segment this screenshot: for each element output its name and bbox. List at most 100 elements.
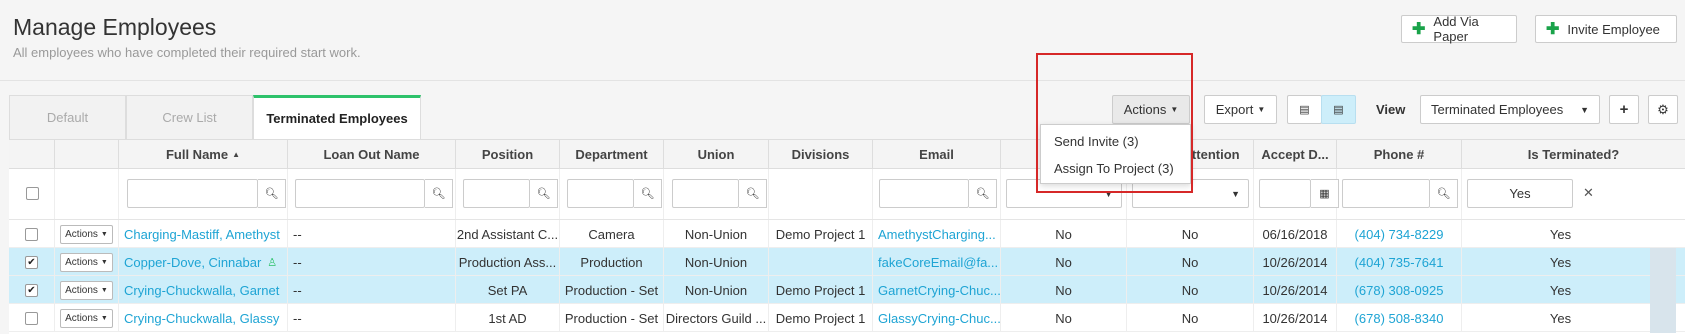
caret-down-icon: ▼ xyxy=(100,314,108,322)
filter-loan-out: 🔍︎ xyxy=(288,169,456,219)
hidden-col-cell: No xyxy=(1001,276,1127,304)
grid-view-button[interactable]: ▤ xyxy=(1321,95,1356,124)
employee-name-link[interactable]: Crying-Chuckwalla, Garnet xyxy=(124,283,279,298)
email-cell: GlassyCrying-Chuc... xyxy=(873,304,1001,332)
add-view-button[interactable]: + xyxy=(1609,95,1639,124)
header-position[interactable]: Position xyxy=(456,140,560,168)
row-actions-label: Actions xyxy=(65,312,98,324)
phone-link[interactable]: (678) 308-0925 xyxy=(1355,283,1444,298)
email-filter-input[interactable] xyxy=(879,179,969,208)
department-filter-input[interactable] xyxy=(567,179,634,208)
email-link[interactable]: AmethystCharging... xyxy=(878,227,996,242)
phone-link[interactable]: (404) 734-8229 xyxy=(1355,227,1444,242)
header-department[interactable]: Department xyxy=(560,140,664,168)
header-phone[interactable]: Phone # xyxy=(1337,140,1462,168)
search-icon: 🔍︎ xyxy=(536,188,551,200)
sort-asc-icon: ▲ xyxy=(232,149,241,159)
union-filter-input[interactable] xyxy=(672,179,739,208)
settings-button[interactable]: ⚙ xyxy=(1648,95,1678,124)
position-filter-input[interactable] xyxy=(463,179,530,208)
tab-crew-list[interactable]: Crew List xyxy=(126,95,253,139)
accept-date-cell: 10/26/2014 xyxy=(1254,304,1337,332)
select-all-checkbox[interactable] xyxy=(26,187,39,200)
table-row[interactable]: Actions▼ Charging-Mastiff, Amethyst♙ -- … xyxy=(9,220,1685,248)
grid-header-row: Full Name ▲ Loan Out Name Position Depart… xyxy=(9,140,1685,169)
search-button[interactable]: 🔍︎ xyxy=(425,179,453,208)
hidden-col-cell: No xyxy=(1001,220,1127,248)
full-name-cell: Crying-Chuckwalla, Garnet♙ xyxy=(119,276,288,304)
search-button[interactable]: 🔍︎ xyxy=(258,179,286,208)
row-actions-button[interactable]: Actions ▼ xyxy=(60,280,113,300)
row-actions-label: Actions xyxy=(65,284,98,296)
header-loan-out-name[interactable]: Loan Out Name xyxy=(288,140,456,168)
header-divisions[interactable]: Divisions xyxy=(769,140,873,168)
department-cell: Camera xyxy=(560,220,664,248)
calendar-button[interactable]: ▦ xyxy=(1311,179,1339,208)
row-actions-button[interactable]: Actions ▼ xyxy=(60,252,113,272)
header-is-terminated[interactable]: Is Terminated? xyxy=(1462,140,1685,168)
row-actions-label: Actions xyxy=(65,228,98,240)
email-link[interactable]: fakeCoreEmail@fa... xyxy=(878,255,998,270)
caret-down-icon: ▼ xyxy=(1257,105,1266,114)
department-cell: Production xyxy=(560,248,664,276)
search-icon: 🔍︎ xyxy=(975,188,990,200)
divisions-cell: Demo Project 1 xyxy=(769,220,873,248)
add-via-paper-button[interactable]: ✚ Add Via Paper xyxy=(1401,14,1517,44)
union-cell: Non-Union xyxy=(664,248,769,276)
table-row[interactable]: Actions▼ Crying-Chuckwalla, Glassy♙ -- 1… xyxy=(9,304,1685,332)
loan-out-cell: -- xyxy=(288,220,456,248)
union-cell: Non-Union xyxy=(664,220,769,248)
email-link[interactable]: GarnetCrying-Chuc... xyxy=(878,283,1000,298)
search-button[interactable]: 🔍︎ xyxy=(739,179,767,208)
search-icon: 🔍︎ xyxy=(264,188,279,200)
employee-name-link[interactable]: Copper-Dove, Cinnabar xyxy=(124,255,261,270)
phone-link[interactable]: (404) 735-7641 xyxy=(1355,255,1444,270)
is-terminated-filter-input[interactable]: Yes xyxy=(1467,179,1573,208)
row-actions-button[interactable]: Actions ▼ xyxy=(60,308,113,328)
caret-down-icon: ▼ xyxy=(100,258,108,266)
search-button[interactable]: 🔍︎ xyxy=(634,179,662,208)
phone-cell: (678) 308-0925 xyxy=(1337,276,1462,304)
invite-employee-button[interactable]: ✚ Invite Employee xyxy=(1535,15,1677,43)
email-link[interactable]: GlassyCrying-Chuc... xyxy=(878,311,1000,326)
clear-filter-icon[interactable]: ✕ xyxy=(1583,185,1594,201)
tab-default[interactable]: Default xyxy=(9,95,126,139)
divisions-cell xyxy=(769,248,873,276)
email-cell: fakeCoreEmail@fa... xyxy=(873,248,1001,276)
phone-filter-input[interactable] xyxy=(1342,179,1430,208)
full-name-filter-input[interactable] xyxy=(127,179,258,208)
header-email[interactable]: Email xyxy=(873,140,1001,168)
search-button[interactable]: 🔍︎ xyxy=(969,179,997,208)
header-union[interactable]: Union xyxy=(664,140,769,168)
header-label: Position xyxy=(481,146,534,162)
vertical-scrollbar[interactable] xyxy=(1650,248,1676,333)
accept-date-filter-input[interactable] xyxy=(1259,179,1311,208)
row-checkbox-checked[interactable]: ✔ xyxy=(25,283,38,297)
phone-cell: (404) 735-7641 xyxy=(1337,248,1462,276)
list-view-button[interactable]: ▤ xyxy=(1287,95,1322,124)
table-row[interactable]: ✔ Actions ▼ Copper-Dove, Cinnabar ♙ -- Pro… xyxy=(9,248,1685,276)
table-row[interactable]: ✔ Actions▼ Crying-Chuckwalla, Garnet♙ --… xyxy=(9,276,1685,304)
search-button[interactable]: 🔍︎ xyxy=(1430,179,1458,208)
export-button[interactable]: Export ▼ xyxy=(1204,95,1277,124)
employee-name-link[interactable]: Crying-Chuckwalla, Glassy xyxy=(124,311,279,326)
phone-link[interactable]: (678) 508-8340 xyxy=(1355,311,1444,326)
header-label: Accept D... xyxy=(1261,146,1329,162)
loan-out-cell: -- xyxy=(288,276,456,304)
filter-select-cell xyxy=(9,169,55,219)
loan-out-filter-input[interactable] xyxy=(295,179,425,208)
header-accept-date[interactable]: Accept D... xyxy=(1254,140,1337,168)
employee-name-link[interactable]: Charging-Mastiff, Amethyst xyxy=(124,227,280,242)
row-checkbox[interactable] xyxy=(25,311,38,325)
row-actions-button[interactable]: Actions ▼ xyxy=(60,224,113,244)
row-select-cell xyxy=(9,304,55,332)
header-full-name[interactable]: Full Name ▲ xyxy=(119,140,288,168)
needs-attention-cell: No xyxy=(1127,220,1254,248)
search-icon: 🔍︎ xyxy=(431,188,446,200)
view-label: View xyxy=(1376,102,1406,117)
row-checkbox-checked[interactable]: ✔ xyxy=(25,255,38,269)
view-select[interactable]: Terminated Employees ▼ xyxy=(1420,95,1600,124)
tab-terminated-employees[interactable]: Terminated Employees xyxy=(253,95,421,139)
search-button[interactable]: 🔍︎ xyxy=(530,179,558,208)
row-checkbox[interactable] xyxy=(25,227,38,241)
